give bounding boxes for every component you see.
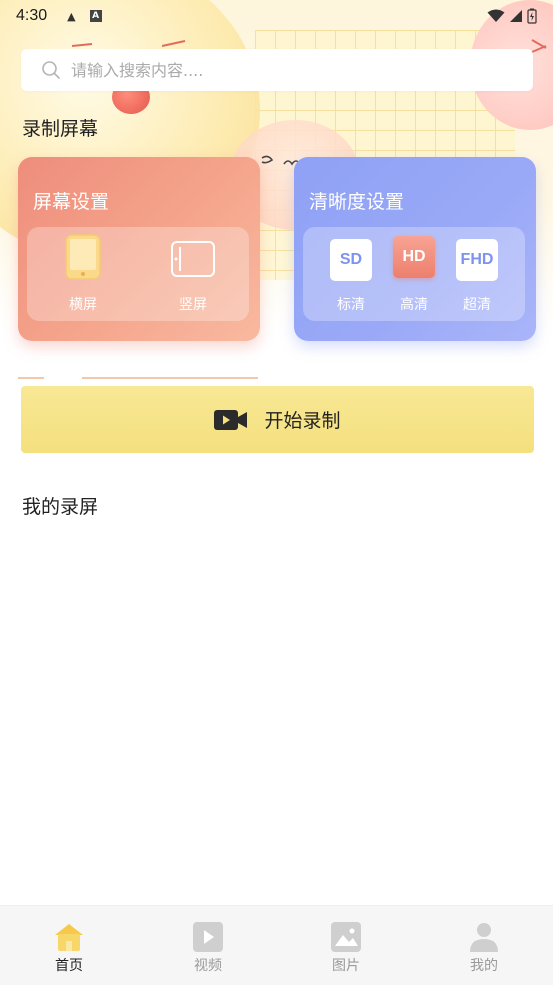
fhd-badge: FHD <box>456 239 498 281</box>
nav-item-video[interactable]: 视频 <box>168 906 248 985</box>
nav-item-home[interactable]: 首页 <box>29 906 109 985</box>
a-badge-icon: A <box>89 10 102 22</box>
option-label: 超清 <box>463 297 491 313</box>
notification-dot-icon: ▲ <box>67 9 76 23</box>
screen-settings-card: 屏幕设置 横屏 竖屏 <box>18 157 260 341</box>
nav-item-mine[interactable]: 我的 <box>444 906 524 985</box>
nav-label: 我的 <box>470 958 498 974</box>
status-time: 4:30 <box>16 7 48 24</box>
nav-label: 图片 <box>332 958 360 974</box>
landscape-phone-icon <box>65 234 101 280</box>
video-camera-icon <box>214 409 248 430</box>
option-label: 竖屏 <box>179 297 207 313</box>
divider <box>18 377 44 379</box>
divider <box>82 377 258 379</box>
search-input[interactable] <box>71 60 491 80</box>
hd-badge: HD <box>393 236 435 278</box>
battery-icon <box>527 8 537 24</box>
signal-icon <box>510 10 522 22</box>
bottom-navigation: 首页 视频 图片 我的 <box>0 905 553 985</box>
nav-label: 视频 <box>194 958 222 974</box>
play-icon <box>193 922 223 952</box>
user-icon <box>470 923 498 952</box>
card-title: 清晰度设置 <box>309 191 405 213</box>
home-icon <box>55 924 83 951</box>
option-label: 标清 <box>337 297 365 313</box>
status-bar: 4:30 ▲ A <box>0 0 553 32</box>
search-bar[interactable] <box>21 49 533 91</box>
start-recording-button[interactable]: 开始录制 <box>21 386 534 453</box>
clarity-options-panel: SD 标清 HD 高清 FHD 超清 <box>303 227 525 321</box>
decor-strokes <box>531 39 547 53</box>
section-title-my-recordings: 我的录屏 <box>22 496 99 518</box>
nav-label: 首页 <box>55 958 83 974</box>
start-button-label: 开始录制 <box>264 410 341 432</box>
card-title: 屏幕设置 <box>33 191 110 213</box>
portrait-outline-icon <box>171 241 215 277</box>
wifi-icon <box>487 9 505 22</box>
option-label: 高清 <box>400 297 428 313</box>
sd-badge: SD <box>330 239 372 281</box>
nav-item-image[interactable]: 图片 <box>306 906 386 985</box>
screen-options-panel: 横屏 竖屏 <box>27 227 249 321</box>
image-icon <box>331 922 361 952</box>
search-icon <box>42 61 60 79</box>
clarity-settings-card: 清晰度设置 SD 标清 HD 高清 FHD 超清 <box>294 157 536 341</box>
section-title-record: 录制屏幕 <box>22 118 99 140</box>
option-label: 横屏 <box>69 297 97 313</box>
